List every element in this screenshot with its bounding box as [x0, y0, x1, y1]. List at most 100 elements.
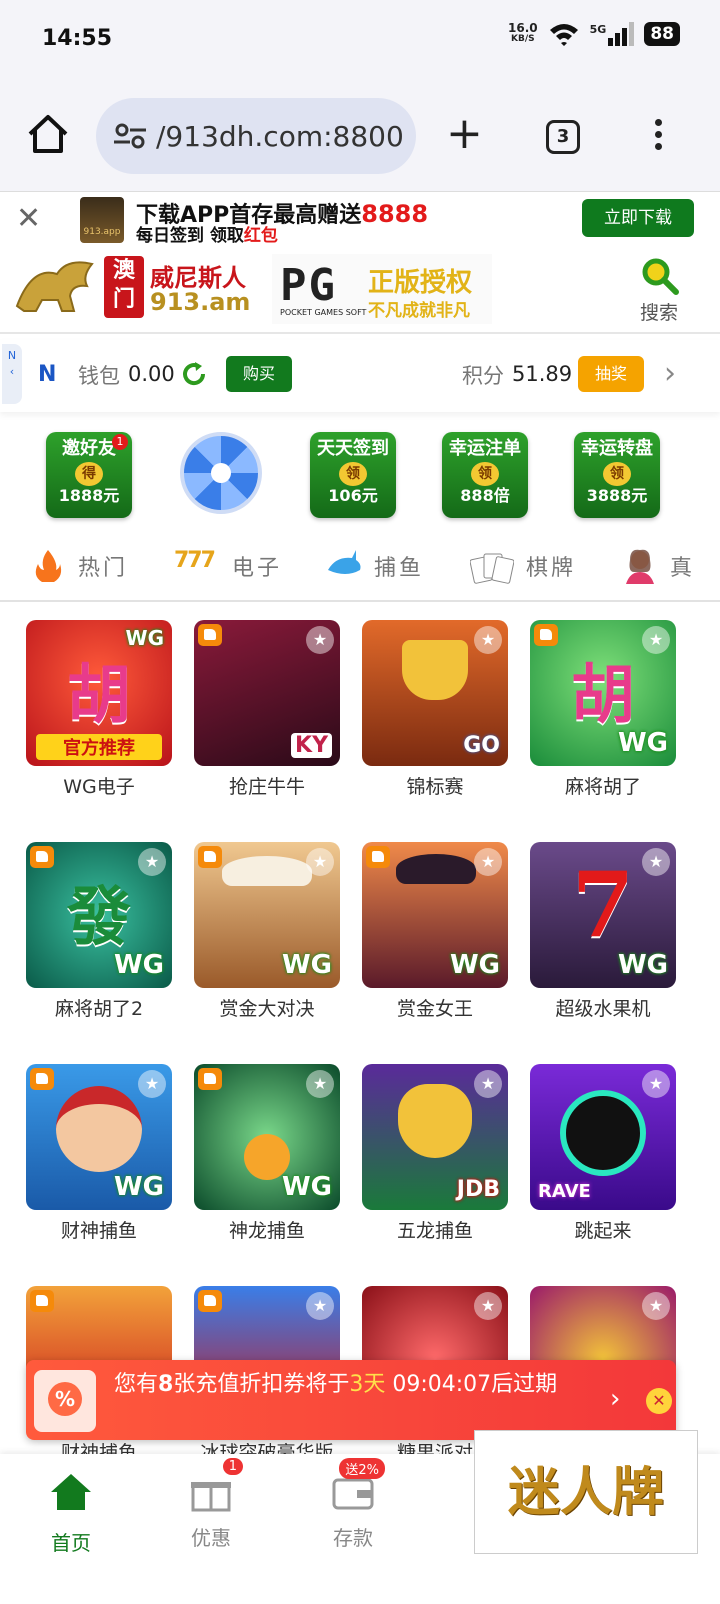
- home-icon[interactable]: [26, 112, 70, 156]
- favorite-star-icon[interactable]: ★: [474, 848, 502, 876]
- provider-tag: WG: [617, 728, 668, 758]
- tab-switcher-button[interactable]: 3: [546, 120, 580, 154]
- game-thumbnail[interactable]: 胡 WG 官方推荐: [26, 620, 172, 766]
- nav-deposit[interactable]: 送2% 存款: [308, 1458, 398, 1551]
- network-speed: 16.0 KB/S: [508, 21, 538, 45]
- game-name: 超级水果机: [555, 998, 651, 1020]
- download-banner: ✕ 913.app 下载APP首存最高赠送8888 每日签到 领取红包 立即下载: [0, 193, 720, 247]
- favorite-star-icon[interactable]: ★: [138, 1070, 166, 1098]
- brand-domain: 913.am: [150, 288, 251, 316]
- game-thumbnail[interactable]: ★ JDB: [362, 1064, 508, 1210]
- fortune-god-icon: [56, 1086, 142, 1172]
- refresh-icon[interactable]: [180, 360, 208, 388]
- favorite-star-icon[interactable]: ★: [642, 1292, 670, 1320]
- game-thumbnail[interactable]: ★ WG: [194, 1064, 340, 1210]
- site-settings-icon[interactable]: [112, 121, 148, 151]
- watermark-stamp: 迷人牌: [474, 1430, 698, 1554]
- download-now-button[interactable]: 立即下载: [582, 199, 694, 237]
- promo-daily-checkin[interactable]: 天天签到 领 106元: [310, 432, 396, 518]
- game-glyph: 7: [571, 852, 635, 958]
- search-label[interactable]: 搜索: [640, 298, 678, 325]
- close-icon[interactable]: ✕: [16, 204, 41, 234]
- tab-live[interactable]: 真: [622, 548, 695, 584]
- favorite-star-icon[interactable]: ★: [474, 1292, 502, 1320]
- more-menu-icon[interactable]: [648, 116, 668, 156]
- game-thumbnail[interactable]: ★ WG: [194, 842, 340, 988]
- nav-promotions[interactable]: 1 优惠: [166, 1458, 256, 1551]
- wallet-icon: 送2%: [331, 1458, 385, 1512]
- game-thumbnail[interactable]: ★ KY: [194, 620, 340, 766]
- coin-icon: 得: [75, 462, 103, 486]
- status-bar: 14:55 16.0 KB/S 5G 88: [0, 0, 720, 80]
- coin-icon: 领: [603, 462, 631, 486]
- chevron-right-icon[interactable]: ›: [664, 359, 676, 389]
- tab-label: 真: [670, 556, 696, 581]
- game-name: 财神捕鱼: [60, 1220, 137, 1242]
- favorite-star-icon[interactable]: ★: [306, 1292, 334, 1320]
- provider-tag: WG: [449, 950, 500, 980]
- game-thumbnail[interactable]: ★ 胡 WG: [530, 620, 676, 766]
- favorite-star-icon[interactable]: ★: [642, 1070, 670, 1098]
- promo-value: 1888元: [58, 486, 120, 505]
- provider-tag: RAVE: [538, 1181, 591, 1202]
- game-thumbnail[interactable]: ★ WG: [362, 842, 508, 988]
- hot-icon: [198, 1068, 222, 1090]
- tab-hot[interactable]: 热门: [30, 548, 128, 584]
- favorite-star-icon[interactable]: ★: [306, 1070, 334, 1098]
- pg-subtitle: POCKET GAMES SOFT: [280, 308, 367, 317]
- game-thumbnail[interactable]: ★ WG: [26, 1064, 172, 1210]
- coupon-message: 您有8张充值折扣券将于3天 09:04:07后过期: [114, 1370, 604, 1400]
- hot-icon: [198, 846, 222, 868]
- provider-tag: JDB: [456, 1177, 500, 1202]
- trophy-icon: [402, 640, 468, 700]
- lottery-button[interactable]: 抽奖: [578, 356, 644, 392]
- spin-wheel-icon[interactable]: [180, 432, 262, 514]
- provider-tag: WG: [113, 1172, 164, 1202]
- provider-tag: GO: [463, 733, 500, 758]
- category-tabs: 热门 777 电子 捕鱼 棋牌 真: [0, 540, 720, 602]
- tab-fishing[interactable]: 捕鱼: [326, 548, 424, 584]
- promo-lucky-wheel[interactable]: 幸运转盘 领 3888元: [574, 432, 660, 518]
- download-subline-text: 每日签到 领取: [136, 226, 244, 246]
- game-glyph: 胡: [571, 658, 635, 733]
- buy-button[interactable]: 购买: [226, 356, 292, 392]
- turntable-icon: [560, 1090, 646, 1176]
- favorite-star-icon[interactable]: ★: [306, 626, 334, 654]
- tab-slots[interactable]: 777 电子: [174, 548, 282, 584]
- game-name: 抢庄牛牛: [228, 776, 305, 798]
- search-icon[interactable]: [640, 256, 680, 296]
- coupon-days: 3天: [349, 1372, 386, 1397]
- favorite-star-icon[interactable]: ★: [306, 848, 334, 876]
- brand-header: 澳门 威尼斯人 913.am PG POCKET GAMES SOFT 正版授权…: [0, 248, 720, 334]
- pg-banner[interactable]: PG POCKET GAMES SOFT 正版授权 不凡成就非凡: [272, 254, 492, 324]
- game-thumbnail[interactable]: ★ 發 WG: [26, 842, 172, 988]
- tab-label: 捕鱼: [374, 556, 425, 581]
- new-tab-button[interactable]: +: [446, 112, 483, 156]
- pirate-hat-icon: [396, 854, 476, 884]
- promo-title: 天天签到: [317, 438, 389, 459]
- side-drawer-tab[interactable]: N ‹: [2, 344, 22, 404]
- pg-logo: PG: [280, 260, 337, 311]
- chevron-right-icon[interactable]: ›: [610, 1384, 620, 1414]
- promo-invite-friends[interactable]: 1 邀好友 得 1888元: [46, 432, 132, 518]
- favorite-star-icon[interactable]: ★: [474, 1070, 502, 1098]
- provider-tag: WG: [281, 950, 332, 980]
- game-thumbnail[interactable]: ★ 7 WG: [530, 842, 676, 988]
- status-icons: 16.0 KB/S 5G 88: [508, 22, 680, 46]
- playing-cards-icon: [470, 553, 514, 584]
- tab-label: 棋牌: [526, 556, 577, 581]
- coupon-notification[interactable]: 您有8张充值折扣券将于3天 09:04:07后过期 › ✕: [26, 1360, 676, 1440]
- url-text[interactable]: /913dh.com:8800: [156, 120, 404, 153]
- game-thumbnail[interactable]: ★ GO: [362, 620, 508, 766]
- favorite-star-icon[interactable]: ★: [474, 626, 502, 654]
- speed-value: 16.0: [508, 21, 538, 35]
- address-bar[interactable]: /913dh.com:8800: [96, 98, 416, 174]
- tab-cards[interactable]: 棋牌: [470, 548, 576, 584]
- promo-lucky-bet[interactable]: 幸运注单 领 888倍: [442, 432, 528, 518]
- download-subline: 每日签到 领取红包: [136, 221, 278, 246]
- game-thumbnail[interactable]: ★ RAVE: [530, 1064, 676, 1210]
- points-label: 积分: [462, 364, 504, 388]
- recommend-banner: 官方推荐: [36, 734, 162, 760]
- close-icon[interactable]: ✕: [646, 1388, 672, 1414]
- nav-home[interactable]: 首页: [26, 1472, 116, 1556]
